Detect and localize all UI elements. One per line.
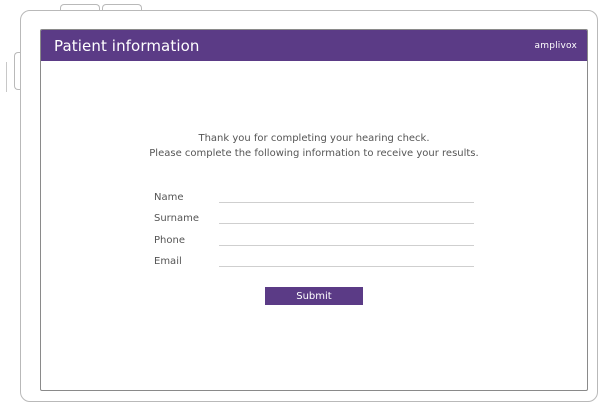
name-input[interactable] xyxy=(219,188,474,203)
submit-button[interactable]: Submit xyxy=(265,287,363,305)
form-row-phone: Phone xyxy=(154,226,474,248)
form-row-email: Email xyxy=(154,248,474,270)
device-edge-line xyxy=(6,62,7,92)
phone-label: Phone xyxy=(154,234,185,246)
email-label: Email xyxy=(154,256,182,267)
email-input[interactable] xyxy=(219,253,474,267)
form-row-surname: Surname xyxy=(154,205,474,227)
name-label: Name xyxy=(154,191,184,203)
surname-input[interactable] xyxy=(219,210,474,224)
app-screen: Patient information amplivox Thank you f… xyxy=(40,29,588,391)
intro-text: Thank you for completing your hearing ch… xyxy=(41,131,587,161)
header-bar: Patient information amplivox xyxy=(41,30,587,61)
intro-line-1: Thank you for completing your hearing ch… xyxy=(198,133,430,144)
brand-logo: amplivox xyxy=(534,40,577,51)
phone-input[interactable] xyxy=(219,231,474,246)
intro-line-2: Please complete the following informatio… xyxy=(149,148,479,159)
surname-label: Surname xyxy=(154,213,199,224)
patient-form: Name Surname Phone Email xyxy=(154,183,474,269)
page-title: Patient information xyxy=(54,36,200,55)
form-row-name: Name xyxy=(154,183,474,205)
